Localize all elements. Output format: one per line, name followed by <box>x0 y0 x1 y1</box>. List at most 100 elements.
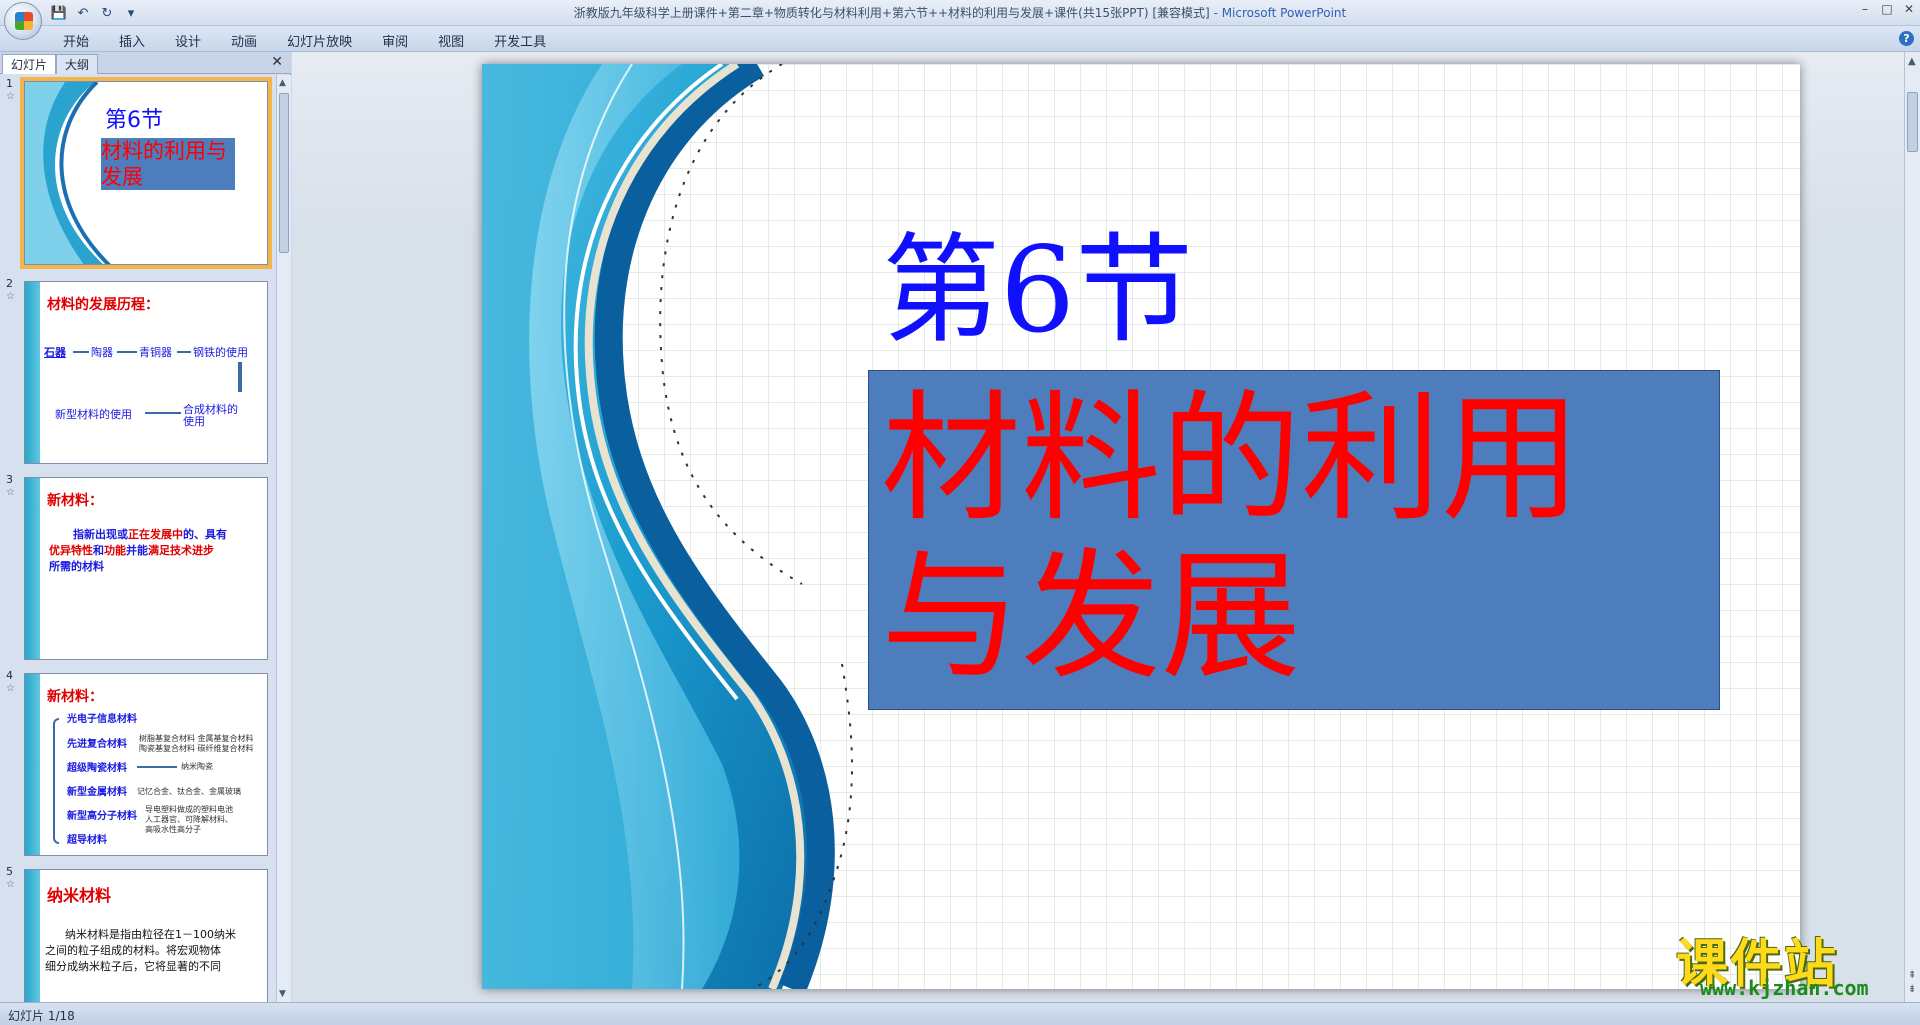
thumb-band <box>25 478 40 659</box>
list-item: 新型金属材料 <box>67 787 127 798</box>
slide-thumbnail-2[interactable]: 材料的发展历程： 石器 陶器 青铜器 钢铁的使用 合成材料的使用 新型材料的使用 <box>24 281 268 464</box>
close-button[interactable]: ✕ <box>1902 2 1916 16</box>
animation-star-icon: ☆ <box>6 487 15 498</box>
scroll-up-icon[interactable]: ▲ <box>279 78 286 88</box>
thumb-text-line: 优异特性和功能并能满足技术进步 <box>49 542 214 558</box>
tab-slides[interactable]: 幻灯片 <box>2 54 57 74</box>
slide-number: 5 <box>6 865 13 878</box>
slide-thumbnail-5[interactable]: 纳米材料 纳米材料是指由粒径在1－100纳米 之间的粒子组成的材料。将宏观物体 … <box>24 869 268 1002</box>
animation-star-icon: ☆ <box>6 291 15 302</box>
tab-design[interactable]: 设计 <box>160 29 216 52</box>
list-item: 超级陶瓷材料 <box>67 763 127 774</box>
arrow <box>73 351 89 353</box>
note-text: 记忆合金、钛合金、金属玻璃 <box>137 787 241 796</box>
watermark-logo: 课件站 www.kjzhan.com <box>1670 922 1905 1000</box>
maximize-button[interactable]: □ <box>1880 2 1894 16</box>
ribbon-tabs-bar: 开始 插入 设计 动画 幻灯片放映 审阅 视图 开发工具 ? <box>0 26 1920 52</box>
slide-number: 1 <box>6 77 13 90</box>
animation-star-icon: ☆ <box>6 91 15 102</box>
animation-star-icon: ☆ <box>6 683 15 694</box>
thumb-text-line: 指新出现或正在发展中的、具有 <box>73 526 227 542</box>
office-button[interactable] <box>4 2 42 40</box>
slide-editor: 第6节 材料的利用与发展 <box>292 52 1904 1002</box>
text-run: 功能 <box>104 544 126 557</box>
note-text: 纳米陶瓷 <box>181 762 213 771</box>
node-synthetic: 合成材料的使用 <box>183 403 238 428</box>
list-item: 先进复合材料 <box>67 739 127 750</box>
note-text: 高吸水性高分子 <box>145 825 201 834</box>
slide-counter: 幻灯片 1/18 <box>8 1009 75 1023</box>
slide-title-box[interactable]: 材料的利用与发展 <box>868 370 1720 710</box>
title-bar: 💾 ↶ ↻ ▾ 浙教版九年级科学上册课件+第二章+物质转化与材料利用+第六节++… <box>0 0 1920 40</box>
text-run: 并能 <box>126 544 148 557</box>
note-text: 陶瓷基复合材料 碳纤维复合材料 <box>139 744 254 753</box>
list-item: 新型高分子材料 <box>67 811 137 822</box>
slides-pane: 幻灯片 大纲 ✕ 1 ☆ 第6节 材料的利用与发展 2 ☆ 材料的发展历程： 石… <box>0 52 291 1002</box>
slide-scrollbar[interactable]: ▲ ⇞ ⇟ <box>1904 52 1920 1002</box>
thumb-band <box>25 674 40 855</box>
list-item: 光电子信息材料 <box>67 714 137 725</box>
list-item: 超导材料 <box>67 835 107 846</box>
text-run: 优异特性 <box>49 544 93 557</box>
text-run: 满足技术进步 <box>148 544 214 557</box>
text-run: 正在发展中 <box>128 528 183 541</box>
scroll-thumb[interactable] <box>1907 92 1918 152</box>
next-slide-icon[interactable]: ⇟ <box>1908 984 1916 995</box>
app-name: - Microsoft PowerPoint <box>1213 6 1347 20</box>
tab-home[interactable]: 开始 <box>48 29 104 52</box>
office-logo-icon <box>15 12 33 30</box>
ribbon-tabs: 开始 插入 设计 动画 幻灯片放映 审阅 视图 开发工具 <box>48 29 561 52</box>
thumbnail-row: 3 ☆ 新材料： 指新出现或正在发展中的、具有 优异特性和功能并能满足技术进步 … <box>0 471 275 665</box>
thumb-text-line: 纳米材料是指由粒径在1－100纳米 <box>65 928 236 941</box>
thumb-text-line: 之间的粒子组成的材料。将宏观物体 <box>45 944 221 957</box>
tab-animations[interactable]: 动画 <box>216 29 272 52</box>
thumbnail-row: 4 ☆ 新材料： 光电子信息材料 先进复合材料 超级陶瓷材料 新型金属材料 新型… <box>0 667 275 861</box>
thumb-title: 纳米材料 <box>47 886 112 905</box>
thumb-heading: 第6节 <box>105 108 163 133</box>
tab-insert[interactable]: 插入 <box>104 29 160 52</box>
node-bronze: 青铜器 <box>139 346 172 359</box>
slide-thumbnail-4[interactable]: 新材料： 光电子信息材料 先进复合材料 超级陶瓷材料 新型金属材料 新型高分子材… <box>24 673 268 856</box>
thumbnail-row: 5 ☆ 纳米材料 纳米材料是指由粒径在1－100纳米 之间的粒子组成的材料。将宏… <box>0 863 275 1002</box>
arrow <box>117 351 137 353</box>
thumb-title: 材料的利用与发展 <box>101 138 235 190</box>
window-controls: – □ ✕ <box>1858 2 1916 16</box>
minimize-button[interactable]: – <box>1858 2 1872 16</box>
watermark-url: www.kjzhan.com <box>1700 976 1869 1000</box>
scroll-thumb[interactable] <box>279 93 289 253</box>
thumb-title: 新材料： <box>47 493 103 509</box>
arrow <box>137 766 177 768</box>
close-pane-icon[interactable]: ✕ <box>271 54 283 70</box>
slide-title[interactable]: 材料的利用与发展 <box>881 381 1711 697</box>
arrow-down <box>238 362 242 392</box>
tab-slideshow[interactable]: 幻灯片放映 <box>272 29 367 52</box>
slide-heading[interactable]: 第6节 <box>882 194 1193 365</box>
tab-developer[interactable]: 开发工具 <box>479 29 561 52</box>
arrow <box>145 412 181 414</box>
scroll-up-icon[interactable]: ▲ <box>1908 56 1916 67</box>
node-new: 新型材料的使用 <box>55 408 132 421</box>
arrow <box>177 351 191 353</box>
slide-thumbnail-1[interactable]: 第6节 材料的利用与发展 <box>20 77 272 269</box>
slide-number: 3 <box>6 473 13 486</box>
document-title: 浙教版九年级科学上册课件+第二章+物质转化与材料利用+第六节++材料的利用与发展… <box>573 6 1210 20</box>
slide-number: 4 <box>6 669 13 682</box>
thumb-text-line: 所需的材料 <box>49 560 104 573</box>
pane-tabs: 幻灯片 大纲 ✕ <box>0 52 291 74</box>
scroll-down-icon[interactable]: ▼ <box>279 989 286 999</box>
animation-star-icon: ☆ <box>6 879 15 890</box>
text-run: 的、具有 <box>183 528 227 541</box>
thumb-band <box>25 870 40 1002</box>
node-pottery: 陶器 <box>91 346 113 359</box>
thumb-title: 新材料： <box>47 689 103 705</box>
prev-slide-icon[interactable]: ⇞ <box>1908 970 1916 981</box>
window-title: 浙教版九年级科学上册课件+第二章+物质转化与材料利用+第六节++材料的利用与发展… <box>0 4 1920 21</box>
slide-thumbnail-3[interactable]: 新材料： 指新出现或正在发展中的、具有 优异特性和功能并能满足技术进步 所需的材… <box>24 477 268 660</box>
tab-outline[interactable]: 大纲 <box>56 54 99 74</box>
slide-number: 2 <box>6 277 13 290</box>
help-icon[interactable]: ? <box>1899 31 1914 46</box>
tab-view[interactable]: 视图 <box>423 29 479 52</box>
tab-review[interactable]: 审阅 <box>367 29 423 52</box>
current-slide[interactable]: 第6节 材料的利用与发展 <box>482 64 1800 989</box>
thumbnail-scrollbar[interactable]: ▲ ▼ <box>276 75 291 1002</box>
